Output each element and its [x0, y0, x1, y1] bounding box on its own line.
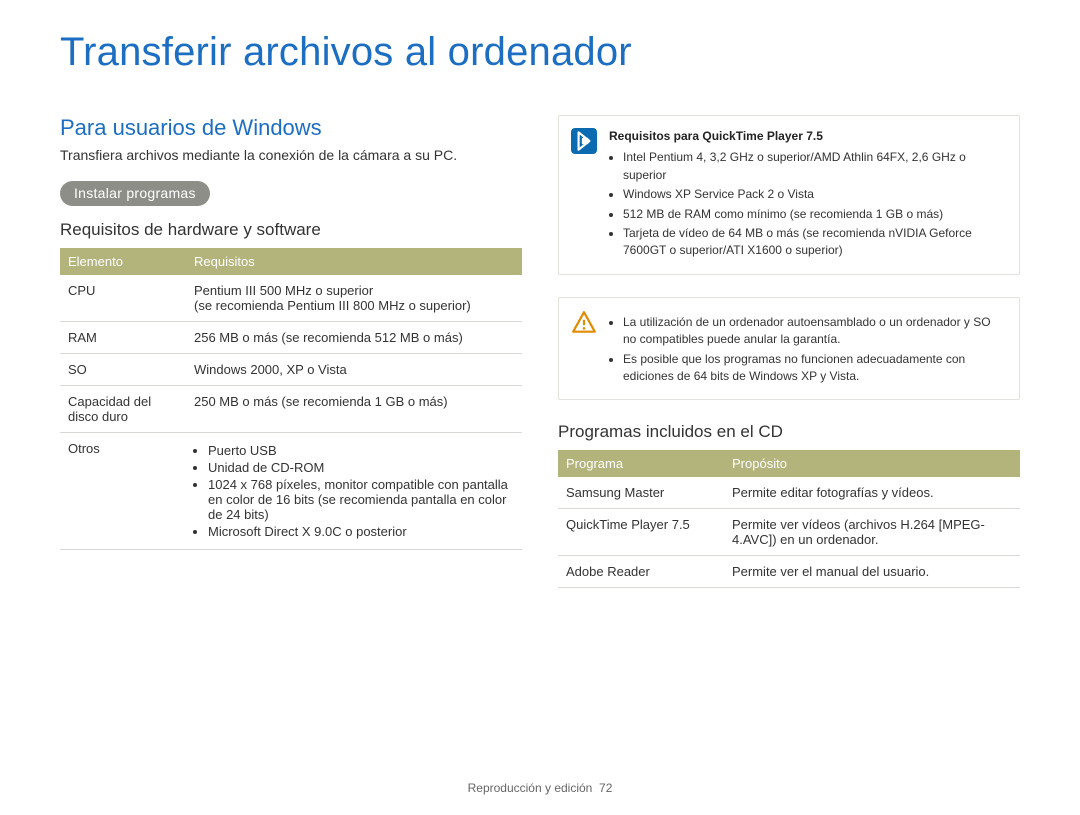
req-value-ram: 256 MB o más (se recomienda 512 MB o más… [186, 322, 522, 354]
req-value-hdd: 250 MB o más (se recomienda 1 GB o más) [186, 386, 522, 433]
prog-label-qt: QuickTime Player 7.5 [558, 509, 724, 556]
windows-heading: Para usuarios de Windows [60, 115, 522, 141]
req-value-others: Puerto USB Unidad de CD-ROM 1024 x 768 p… [186, 433, 522, 550]
programs-table: Programa Propósito Samsung Master Permit… [558, 450, 1020, 588]
footer-page-number: 72 [599, 781, 612, 795]
page-title: Transferir archivos al ordenador [60, 30, 1020, 75]
warn-note-item: La utilización de un ordenador autoensam… [623, 314, 1005, 349]
req-label-hdd: Capacidad del disco duro [60, 386, 186, 433]
prog-value-qt: Permite ver vídeos (archivos H.264 [MPEG… [724, 509, 1020, 556]
req-others-item: Microsoft Direct X 9.0C o posterior [208, 524, 514, 539]
qt-note-item: Tarjeta de vídeo de 64 MB o más (se reco… [623, 225, 1005, 260]
req-others-item: Puerto USB [208, 443, 514, 458]
table-row: CPU Pentium III 500 MHz o superior (se r… [60, 275, 522, 322]
req-label-ram: RAM [60, 322, 186, 354]
programs-heading: Programas incluidos en el CD [558, 422, 1020, 442]
warning-icon [571, 310, 597, 336]
page: Transferir archivos al ordenador Para us… [0, 0, 1080, 588]
table-row: Adobe Reader Permite ver el manual del u… [558, 556, 1020, 588]
prog-value-adobe: Permite ver el manual del usuario. [724, 556, 1020, 588]
req-label-cpu: CPU [60, 275, 186, 322]
table-row: SO Windows 2000, XP o Vista [60, 354, 522, 386]
info-icon [571, 128, 597, 154]
req-value-os: Windows 2000, XP o Vista [186, 354, 522, 386]
requirements-heading: Requisitos de hardware y software [60, 220, 522, 240]
prog-value-samsung: Permite editar fotografías y vídeos. [724, 477, 1020, 509]
prog-label-adobe: Adobe Reader [558, 556, 724, 588]
qt-note-title: Requisitos para QuickTime Player 7.5 [609, 128, 1005, 145]
prog-th-program: Programa [558, 450, 724, 477]
table-row: RAM 256 MB o más (se recomienda 512 MB o… [60, 322, 522, 354]
warn-note-item: Es posible que los programas no funcione… [623, 351, 1005, 386]
req-value-cpu: Pentium III 500 MHz o superior (se recom… [186, 275, 522, 322]
req-th-element: Elemento [60, 248, 186, 275]
install-programs-pill: Instalar programas [60, 181, 210, 206]
prog-th-purpose: Propósito [724, 450, 1020, 477]
req-label-others: Otros [60, 433, 186, 550]
req-others-item: 1024 x 768 píxeles, monitor compatible c… [208, 477, 514, 522]
req-label-os: SO [60, 354, 186, 386]
intro-text: Transfiera archivos mediante la conexión… [60, 147, 522, 163]
qt-note-item: 512 MB de RAM como mínimo (se recomienda… [623, 206, 1005, 223]
table-row: Capacidad del disco duro 250 MB o más (s… [60, 386, 522, 433]
content-columns: Para usuarios de Windows Transfiera arch… [60, 115, 1020, 588]
page-footer: Reproducción y edición 72 [0, 781, 1080, 795]
table-row: Samsung Master Permite editar fotografía… [558, 477, 1020, 509]
prog-label-samsung: Samsung Master [558, 477, 724, 509]
warning-note-box: La utilización de un ordenador autoensam… [558, 297, 1020, 401]
table-row: QuickTime Player 7.5 Permite ver vídeos … [558, 509, 1020, 556]
qt-note-item: Intel Pentium 4, 3,2 GHz o superior/AMD … [623, 149, 1005, 184]
requirements-table: Elemento Requisitos CPU Pentium III 500 … [60, 248, 522, 550]
req-th-requisitos: Requisitos [186, 248, 522, 275]
right-column: Requisitos para QuickTime Player 7.5 Int… [558, 115, 1020, 588]
left-column: Para usuarios de Windows Transfiera arch… [60, 115, 522, 588]
table-row: Otros Puerto USB Unidad de CD-ROM 1024 x… [60, 433, 522, 550]
quicktime-note-box: Requisitos para QuickTime Player 7.5 Int… [558, 115, 1020, 275]
qt-note-item: Windows XP Service Pack 2 o Vista [623, 186, 1005, 203]
footer-section-label: Reproducción y edición [468, 781, 593, 795]
req-others-item: Unidad de CD-ROM [208, 460, 514, 475]
